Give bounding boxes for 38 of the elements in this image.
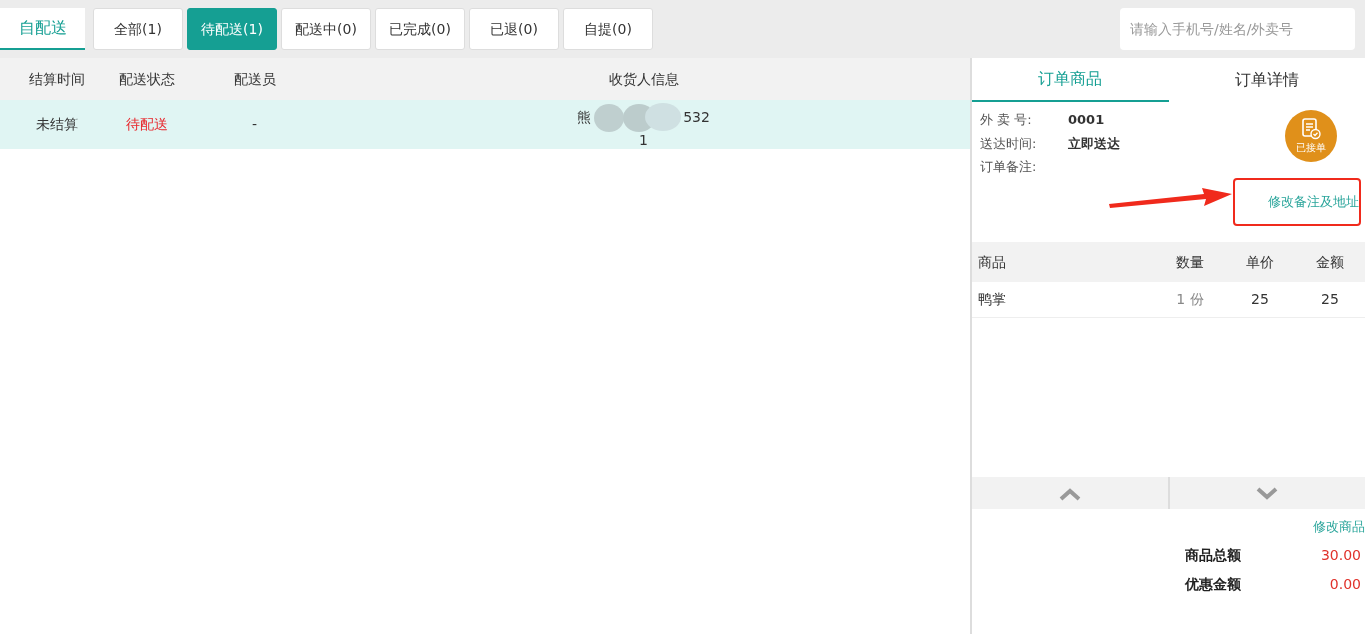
column-header: 配送状态: [119, 70, 175, 87]
filter-button[interactable]: 已完成(0): [375, 8, 465, 50]
table-cell: -: [251, 116, 258, 132]
status-badge: 已接单: [1285, 110, 1337, 162]
receiver-text: 532: [683, 108, 710, 127]
table-cell: 25: [1321, 291, 1339, 307]
total-value: 30.00: [1319, 545, 1362, 565]
table-cell: 鸭掌: [978, 291, 1006, 307]
filter-button[interactable]: 配送中(0): [281, 8, 371, 50]
total-label: 优惠金额: [1185, 574, 1242, 594]
receiver-text: 1: [639, 132, 648, 147]
field-label: 送达时间:: [980, 134, 1038, 153]
column-header: 数量: [1176, 253, 1204, 270]
column-header: 商品: [978, 253, 1006, 270]
total-label: 商品总额: [1185, 545, 1242, 565]
field-label: 外 卖 号:: [980, 111, 1033, 129]
filter-button[interactable]: 全部(1): [93, 8, 183, 50]
field-label: 订单备注:: [980, 158, 1038, 176]
table-cell: 未结算: [36, 116, 78, 132]
quantity-text: 1 份: [1176, 291, 1204, 307]
chevron-up-icon: [1058, 486, 1081, 501]
filter-button[interactable]: 自提(0): [563, 8, 653, 50]
column-header: 单价: [1246, 253, 1274, 270]
total-value: 0.00: [1328, 574, 1362, 594]
receipt-check-icon: [1301, 117, 1321, 140]
chevron-down-icon: [1256, 486, 1279, 501]
receiver-text: 熊: [577, 108, 592, 127]
column-header: 收货人信息: [608, 70, 679, 87]
field-value: 立即送达: [1068, 134, 1120, 153]
table-row[interactable]: 未结算 待配送 - 熊 532 1: [0, 100, 970, 149]
column-header: 配送员: [233, 70, 276, 87]
search-field[interactable]: 请输入手机号/姓名/外卖号: [1120, 8, 1355, 50]
column-header: 结算时间: [29, 70, 85, 87]
column-header: 金额: [1316, 253, 1344, 270]
table-cell: 25: [1251, 291, 1269, 307]
field-value: 0001: [1068, 111, 1105, 129]
filter-button[interactable]: 已退(0): [469, 8, 559, 50]
status-text: 待配送: [126, 116, 168, 132]
